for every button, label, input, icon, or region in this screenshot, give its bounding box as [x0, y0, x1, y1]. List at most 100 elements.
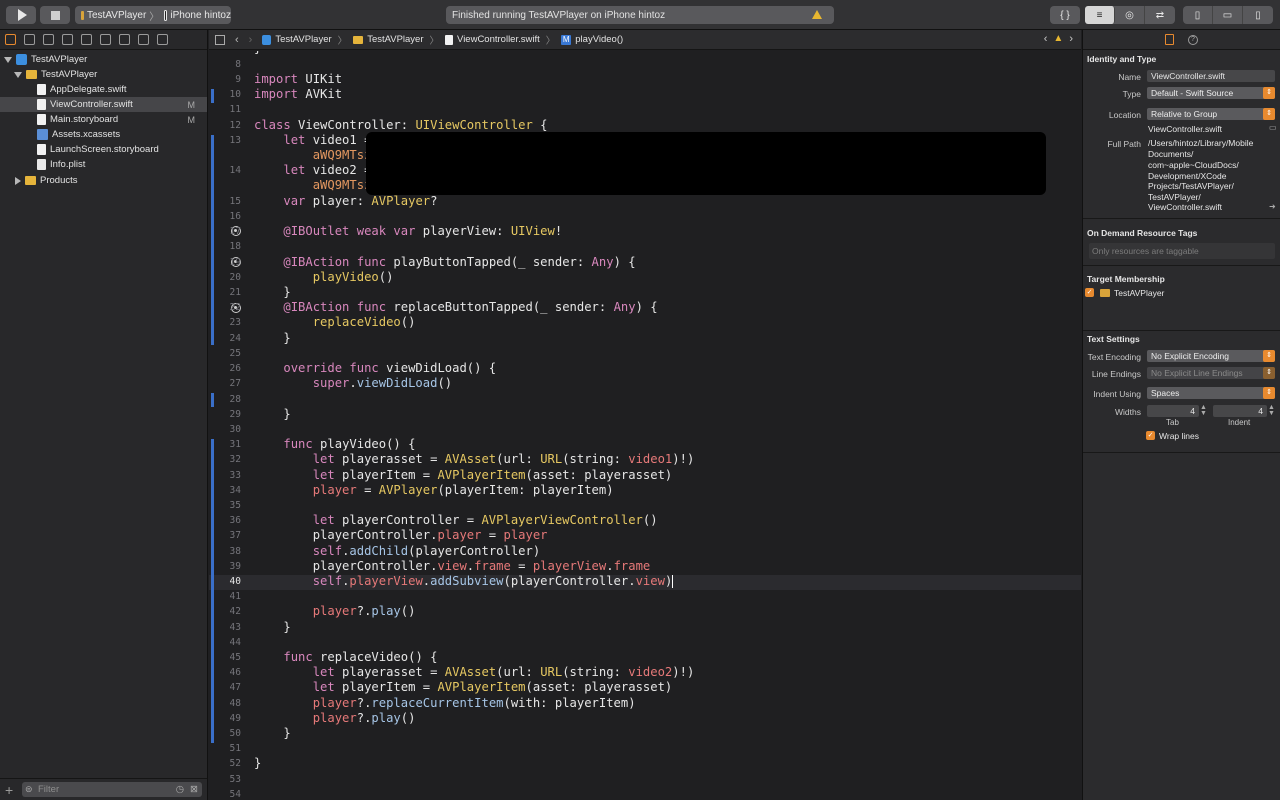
search-icon[interactable] — [62, 34, 73, 45]
storyboard-file-icon — [37, 144, 46, 155]
test-icon[interactable] — [100, 34, 111, 45]
disclosure-down-icon[interactable] — [4, 56, 12, 63]
breadcrumb-project[interactable]: TestAVPlayer — [262, 34, 332, 45]
line-number: 15 — [229, 196, 241, 207]
encoding-value: No Explicit Encoding — [1151, 351, 1229, 361]
activity-status: Finished running TestAVPlayer on iPhone … — [446, 6, 834, 24]
filter-input[interactable]: ⊜ Filter ◷ ⊠ — [22, 782, 202, 797]
source-control-icon[interactable] — [24, 34, 35, 45]
debug-icon[interactable] — [119, 34, 130, 45]
issue-icon[interactable] — [81, 34, 92, 45]
stop-button[interactable] — [40, 6, 70, 24]
tab-width-stepper-icon[interactable]: ▲ ▼ — [1200, 404, 1207, 417]
code-line: aWQ9MTsz — [254, 148, 372, 162]
indent-width-field[interactable]: 4 — [1213, 405, 1267, 417]
line-number: 51 — [229, 743, 241, 754]
breakpoint-icon[interactable] — [138, 34, 149, 45]
editor-mode-segment: ≡ ◎ ⇄ — [1085, 6, 1175, 24]
filter-placeholder: Filter — [38, 784, 60, 795]
status-text: Finished running TestAVPlayer on iPhone … — [452, 9, 666, 21]
tree-item-file[interactable]: AppDelegate.swift — [0, 82, 207, 97]
file-inspector: ? Identity and Type Name ViewController.… — [1082, 30, 1280, 800]
encoding-popup[interactable]: No Explicit Encoding ⇕ — [1147, 350, 1275, 362]
breadcrumb-file[interactable]: ViewController.swift — [445, 34, 540, 45]
line-number: 11 — [229, 104, 241, 115]
add-icon[interactable]: + — [5, 782, 13, 798]
tags-field[interactable]: Only resources are taggable — [1089, 243, 1275, 259]
previous-issue-icon[interactable]: ‹ — [1044, 33, 1048, 45]
line-endings-popup[interactable]: No Explicit Line Endings ⇕ — [1147, 367, 1275, 379]
standard-editor-icon[interactable]: ≡ — [1085, 6, 1115, 24]
line-number: 9 — [235, 74, 241, 85]
forward-arrow-icon[interactable]: › — [249, 34, 253, 46]
line-number: 33 — [229, 470, 241, 481]
folder-icon[interactable]: ▭ — [1269, 123, 1277, 132]
breadcrumb-method[interactable]: M playVideo() — [561, 34, 623, 45]
reveal-in-finder-icon[interactable]: ➜ — [1269, 202, 1276, 211]
divider — [1083, 330, 1280, 331]
tree-item-file[interactable]: Info.plist — [0, 157, 207, 172]
breadcrumb-group[interactable]: TestAVPlayer — [353, 34, 424, 45]
scm-filter-icon[interactable]: ⊠ — [190, 782, 198, 797]
tree-item-project[interactable]: TestAVPlayer — [0, 52, 207, 67]
code-line: let playerItem = AVPlayerItem(asset: pla… — [312, 680, 673, 694]
type-popup[interactable]: Default - Swift Source ⇕ — [1147, 87, 1275, 99]
symbol-icon[interactable] — [43, 34, 54, 45]
code-line: let video1 = — [283, 133, 372, 147]
debug-area-toggle-icon[interactable]: ▭ — [1213, 6, 1243, 24]
warning-icon[interactable] — [812, 10, 822, 19]
disclosure-right-icon[interactable] — [15, 176, 21, 185]
navigator-toggle-icon[interactable]: ▯ — [1183, 6, 1213, 24]
tab-width-field[interactable]: 4 — [1147, 405, 1199, 417]
tree-item-file-selected[interactable]: ViewController.swift M — [0, 97, 207, 112]
source-editor[interactable]: 7 } 8 9 10 11 12 13 14 15 16 17 18 19 20… — [209, 51, 1081, 800]
related-items-icon[interactable] — [215, 34, 225, 45]
inspector-toggle-icon[interactable]: ▯ — [1243, 6, 1273, 24]
tree-item-label: TestAVPlayer — [31, 54, 88, 65]
line-number: 26 — [229, 363, 241, 374]
popup-stepper-icon: ⇕ — [1263, 350, 1275, 362]
code-line: func replaceVideo() { — [283, 650, 438, 664]
line-number: 45 — [229, 652, 241, 663]
code-line: super.viewDidLoad() — [312, 376, 453, 390]
line-number: 28 — [229, 394, 241, 405]
tree-item-file[interactable]: Main.storyboard M — [0, 112, 207, 127]
scheme-selector[interactable]: TestAVPlayer 〉 iPhone hintoz — [75, 6, 231, 24]
iphone-icon — [164, 9, 168, 21]
tree-item-group[interactable]: Products — [0, 173, 207, 188]
target-checkbox[interactable]: ✓ — [1085, 288, 1094, 297]
tree-item-file[interactable]: Assets.xcassets — [0, 127, 207, 142]
tree-item-group[interactable]: TestAVPlayer — [0, 67, 207, 82]
line-number: 50 — [229, 728, 241, 739]
code-line: playVideo() — [312, 270, 394, 284]
report-icon[interactable] — [157, 34, 168, 45]
standard-editor-button[interactable]: { } — [1050, 6, 1080, 24]
name-field[interactable]: ViewController.swift — [1147, 70, 1275, 82]
quick-help-icon[interactable]: ? — [1188, 34, 1198, 45]
wrap-lines-checkbox[interactable]: ✓ — [1146, 431, 1155, 440]
indent-sub-label: Indent — [1228, 418, 1251, 427]
section-title: Identity and Type — [1087, 54, 1157, 64]
tree-item-file[interactable]: LaunchScreen.storyboard — [0, 142, 207, 157]
folder-icon[interactable] — [5, 34, 16, 45]
code-line: let playerasset = AVAsset(url: URL(strin… — [312, 665, 695, 679]
back-arrow-icon[interactable]: ‹ — [235, 34, 239, 46]
line-number: 32 — [229, 454, 241, 465]
fullpath-line: Documents/ — [1148, 149, 1194, 159]
file-inspector-icon[interactable] — [1165, 34, 1174, 45]
disclosure-down-icon[interactable] — [14, 71, 22, 78]
warning-icon[interactable]: ▲ — [1053, 33, 1063, 45]
app-target-icon — [81, 10, 84, 20]
line-number: 47 — [229, 682, 241, 693]
next-issue-icon[interactable]: › — [1069, 33, 1073, 45]
location-popup[interactable]: Relative to Group ⇕ — [1147, 108, 1275, 120]
indent-popup[interactable]: Spaces ⇕ — [1147, 387, 1275, 399]
recent-files-icon[interactable]: ◷ — [176, 782, 184, 797]
plist-file-icon — [37, 159, 46, 170]
version-editor-icon[interactable]: ⇄ — [1145, 6, 1175, 24]
assistant-editor-icon[interactable]: ◎ — [1115, 6, 1145, 24]
tab-sub-label: Tab — [1166, 418, 1179, 427]
run-button[interactable] — [6, 6, 36, 24]
indent-width-stepper-icon[interactable]: ▲ ▼ — [1268, 404, 1275, 417]
code-line: @IBAction func replaceButtonTapped(_ sen… — [283, 300, 658, 314]
